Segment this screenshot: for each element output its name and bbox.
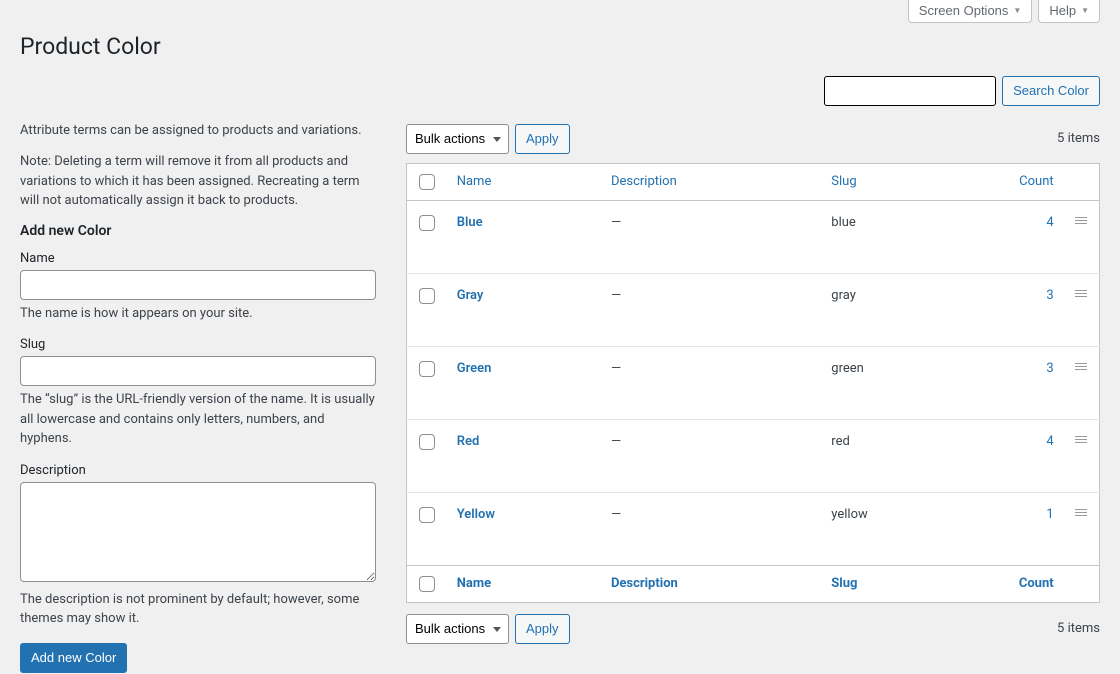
term-name-link[interactable]: Red — [457, 434, 480, 449]
term-name-link[interactable]: Blue — [457, 215, 483, 230]
slug-field[interactable] — [20, 356, 376, 386]
intro-text-2: Note: Deleting a term will remove it fro… — [20, 152, 376, 211]
term-name-link[interactable]: Gray — [457, 288, 484, 303]
col-footer-count[interactable]: Count — [1019, 576, 1054, 591]
search-input[interactable] — [824, 76, 996, 106]
col-header-count[interactable]: Count — [1019, 174, 1053, 189]
drag-handle-icon[interactable] — [1075, 288, 1087, 299]
table-row: Green —green 3 — [407, 346, 1100, 419]
term-count-link[interactable]: 1 — [1046, 507, 1053, 522]
col-footer-description[interactable]: Description — [611, 576, 678, 591]
table-row: Blue —blue 4 — [407, 200, 1100, 273]
col-header-slug[interactable]: Slug — [831, 174, 856, 189]
name-field-label: Name — [20, 251, 376, 266]
col-footer-name[interactable]: Name — [457, 576, 491, 591]
row-checkbox[interactable] — [419, 507, 435, 523]
select-all-bottom[interactable] — [419, 576, 435, 592]
table-row: Gray —gray 3 — [407, 273, 1100, 346]
search-button[interactable]: Search Color — [1002, 76, 1100, 106]
term-slug: red — [821, 419, 997, 492]
items-count-top: 5 items — [1057, 131, 1100, 146]
name-field[interactable] — [20, 270, 376, 300]
term-name-link[interactable]: Green — [457, 361, 492, 376]
term-description: — — [601, 346, 821, 419]
bulk-actions-select-top[interactable]: Bulk actions — [406, 124, 509, 154]
term-slug: green — [821, 346, 997, 419]
apply-button-top[interactable]: Apply — [515, 124, 570, 154]
drag-handle-icon[interactable] — [1075, 215, 1087, 226]
help-toggle[interactable]: Help ▼ — [1038, 0, 1100, 23]
select-all-top[interactable] — [419, 174, 435, 190]
term-name-link[interactable]: Yellow — [457, 507, 495, 522]
col-header-name[interactable]: Name — [457, 174, 492, 189]
term-count-link[interactable]: 3 — [1046, 288, 1053, 303]
term-slug: blue — [821, 200, 997, 273]
col-header-description[interactable]: Description — [611, 174, 677, 189]
page-title: Product Color — [20, 23, 1100, 66]
slug-field-desc: The “slug” is the URL-friendly version o… — [20, 390, 376, 449]
term-description: — — [601, 200, 821, 273]
items-count-bottom: 5 items — [1057, 621, 1100, 636]
intro-text-1: Attribute terms can be assigned to produ… — [20, 121, 376, 141]
row-checkbox[interactable] — [419, 288, 435, 304]
row-checkbox[interactable] — [419, 434, 435, 450]
description-field-desc: The description is not prominent by defa… — [20, 590, 376, 629]
chevron-down-icon: ▼ — [1013, 6, 1021, 15]
term-count-link[interactable]: 4 — [1046, 215, 1053, 230]
term-description: — — [601, 492, 821, 565]
help-label: Help — [1049, 3, 1076, 18]
table-row: Red —red 4 — [407, 419, 1100, 492]
table-row: Yellow —yellow 1 — [407, 492, 1100, 565]
screen-options-toggle[interactable]: Screen Options ▼ — [908, 0, 1033, 23]
drag-handle-icon[interactable] — [1075, 507, 1087, 518]
screen-options-label: Screen Options — [919, 3, 1009, 18]
term-description: — — [601, 419, 821, 492]
term-slug: gray — [821, 273, 997, 346]
bulk-actions-select-bottom[interactable]: Bulk actions — [406, 614, 509, 644]
description-field-label: Description — [20, 463, 376, 478]
term-description: — — [601, 273, 821, 346]
description-field[interactable] — [20, 482, 376, 582]
add-new-color-button[interactable]: Add new Color — [20, 643, 127, 673]
row-checkbox[interactable] — [419, 215, 435, 231]
drag-handle-icon[interactable] — [1075, 434, 1087, 445]
row-checkbox[interactable] — [419, 361, 435, 377]
term-count-link[interactable]: 4 — [1046, 434, 1053, 449]
apply-button-bottom[interactable]: Apply — [515, 614, 570, 644]
add-new-heading: Add new Color — [20, 223, 376, 239]
col-footer-slug[interactable]: Slug — [831, 576, 857, 591]
term-count-link[interactable]: 3 — [1046, 361, 1053, 376]
term-slug: yellow — [821, 492, 997, 565]
slug-field-label: Slug — [20, 337, 376, 352]
terms-table: Name Description Slug Count Blue—blue4Gr… — [406, 163, 1100, 603]
name-field-desc: The name is how it appears on your site. — [20, 304, 376, 324]
drag-handle-icon[interactable] — [1075, 361, 1087, 372]
chevron-down-icon: ▼ — [1081, 6, 1089, 15]
